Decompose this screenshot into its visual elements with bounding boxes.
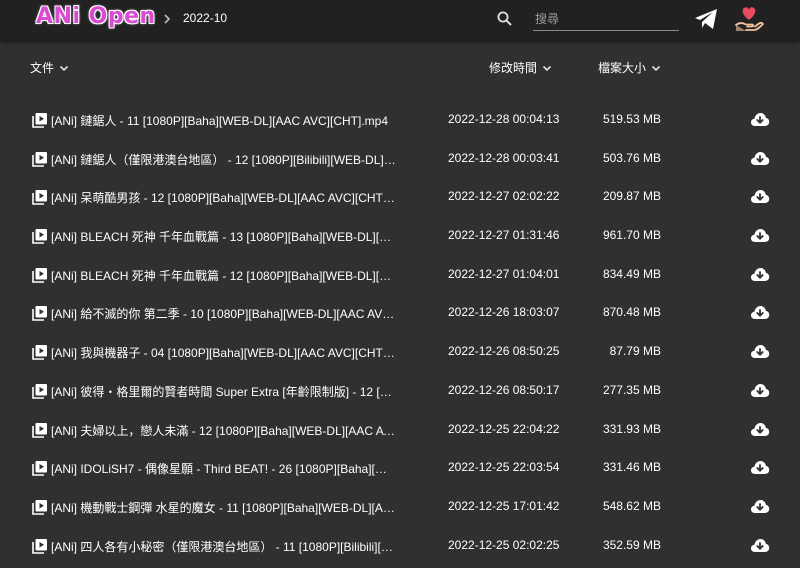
file-name-link[interactable]: [ANi] 四人各有小秘密（僅限港澳台地區） - 11 [1080P][Bili… xyxy=(51,538,396,555)
chevron-right-icon xyxy=(164,14,171,24)
file-name-link[interactable]: [ANi] 給不滅的你 第二季 - 10 [1080P][Baha][WEB-D… xyxy=(51,305,396,322)
file-modified-time: 2022-12-25 22:04:22 xyxy=(448,421,560,436)
file-name-link[interactable]: [ANi] 機動戰士鋼彈 水星的魔女 - 11 [1080P][Baha][WE… xyxy=(51,499,396,516)
file-size: 331.46 MB xyxy=(602,460,661,475)
chevron-down-icon xyxy=(542,65,552,71)
chevron-down-icon xyxy=(651,65,661,71)
file-row[interactable]: [ANi] 呆萌酷男孩 - 12 [1080P][Baha][WEB-DL][A… xyxy=(0,177,800,216)
file-modified-time: 2022-12-25 17:01:42 xyxy=(448,498,560,513)
file-modified-time: 2022-12-27 02:02:22 xyxy=(448,189,560,204)
file-modified-time: 2022-12-28 00:03:41 xyxy=(448,150,560,165)
cloud-download-icon[interactable] xyxy=(750,382,770,398)
file-modified-time: 2022-12-28 00:04:13 xyxy=(448,112,560,126)
video-file-icon xyxy=(32,306,47,322)
search-icon[interactable] xyxy=(496,10,514,28)
modified-column-label: 修改時間 xyxy=(489,61,538,75)
file-list: [ANi] 鏈鋸人 - 11 [1080P][Baha][WEB-DL][AAC… xyxy=(0,100,800,564)
video-file-icon xyxy=(32,151,47,167)
file-row[interactable]: [ANi] 彼得・格里爾的賢者時間 Super Extra [年齡限制版] - … xyxy=(0,371,800,410)
file-size: 277.35 MB xyxy=(602,382,661,397)
cloud-download-icon[interactable] xyxy=(750,266,770,282)
file-name-link[interactable]: [ANi] 鏈鋸人 - 11 [1080P][Baha][WEB-DL][AAC… xyxy=(51,112,396,129)
cloud-download-icon[interactable] xyxy=(750,459,770,475)
video-file-icon xyxy=(32,345,47,360)
video-file-icon xyxy=(32,267,47,283)
video-file-icon xyxy=(32,538,47,554)
file-modified-time: 2022-12-26 08:50:25 xyxy=(448,344,560,359)
file-row[interactable]: [ANi] 四人各有小秘密（僅限港澳台地區） - 11 [1080P][Bili… xyxy=(0,526,800,565)
file-name-link[interactable]: [ANi] 鏈鋸人（僅限港澳台地區） - 12 [1080P][Bilibili… xyxy=(51,151,396,168)
file-modified-time: 2022-12-27 01:31:46 xyxy=(448,228,560,243)
cloud-download-icon[interactable] xyxy=(750,304,770,320)
file-size: 209.87 MB xyxy=(602,189,661,204)
video-file-icon xyxy=(32,229,47,244)
cloud-download-icon[interactable] xyxy=(750,537,770,553)
cloud-download-icon[interactable] xyxy=(750,227,770,243)
file-name-link[interactable]: [ANi] 我與機器子 - 04 [1080P][Baha][WEB-DL][A… xyxy=(51,344,396,361)
file-name-link[interactable]: [ANi] IDOLiSH7 - 偶像星願 - Third BEAT! - 26… xyxy=(51,460,396,477)
video-file-icon xyxy=(32,113,47,128)
breadcrumb-current-folder[interactable]: 2022-10 xyxy=(183,11,227,25)
cloud-download-icon[interactable] xyxy=(750,343,770,359)
donate-heart-hand-icon[interactable] xyxy=(733,3,765,35)
file-modified-time: 2022-12-27 01:04:01 xyxy=(448,266,560,281)
cloud-download-icon[interactable] xyxy=(750,150,770,166)
chevron-down-icon xyxy=(59,65,69,71)
size-column-header[interactable]: 檔案大小 xyxy=(598,59,662,76)
file-modified-time: 2022-12-26 18:03:07 xyxy=(448,305,560,320)
name-column-header[interactable]: 文件 xyxy=(30,59,70,76)
file-name-link[interactable]: [ANi] BLEACH 死神 千年血戰篇 - 13 [1080P][Baha]… xyxy=(51,228,396,245)
file-modified-time: 2022-12-25 22:03:54 xyxy=(448,460,560,475)
file-size: 352.59 MB xyxy=(602,537,661,552)
cloud-download-icon[interactable] xyxy=(750,421,770,437)
video-file-icon xyxy=(32,422,47,438)
file-size: 87.79 MB xyxy=(609,344,661,359)
file-row[interactable]: [ANi] BLEACH 死神 千年血戰篇 - 13 [1080P][Baha]… xyxy=(0,216,800,255)
size-column-label: 檔案大小 xyxy=(598,61,647,75)
file-row[interactable]: [ANi] 給不滅的你 第二季 - 10 [1080P][Baha][WEB-D… xyxy=(0,293,800,332)
file-modified-time: 2022-12-26 08:50:17 xyxy=(448,382,560,397)
file-row[interactable]: [ANi] 我與機器子 - 04 [1080P][Baha][WEB-DL][A… xyxy=(0,332,800,371)
video-file-icon xyxy=(32,383,47,399)
file-size: 870.48 MB xyxy=(602,305,661,320)
video-file-icon xyxy=(32,461,47,476)
file-row[interactable]: [ANi] 鏈鋸人 - 11 [1080P][Baha][WEB-DL][AAC… xyxy=(0,100,800,139)
file-name-link[interactable]: [ANi] BLEACH 死神 千年血戰篇 - 12 [1080P][Baha]… xyxy=(51,267,396,284)
logo[interactable]: ANi Open xyxy=(36,4,156,29)
modified-column-header[interactable]: 修改時間 xyxy=(489,59,553,76)
file-modified-time: 2022-12-25 02:02:25 xyxy=(448,537,560,552)
search-input[interactable] xyxy=(533,8,679,31)
file-size: 548.62 MB xyxy=(602,498,661,513)
file-size: 331.93 MB xyxy=(602,421,661,436)
file-row[interactable]: [ANi] BLEACH 死神 千年血戰篇 - 12 [1080P][Baha]… xyxy=(0,255,800,294)
top-app-bar: ANi Open 2022-10 xyxy=(0,0,800,40)
cloud-download-icon[interactable] xyxy=(750,188,770,204)
file-name-link[interactable]: [ANi] 呆萌酷男孩 - 12 [1080P][Baha][WEB-DL][A… xyxy=(51,189,396,206)
telegram-icon[interactable] xyxy=(694,8,718,30)
column-header-row: 文件 修改時間 檔案大小 xyxy=(0,56,800,78)
file-row[interactable]: [ANi] 機動戰士鋼彈 水星的魔女 - 11 [1080P][Baha][WE… xyxy=(0,487,800,526)
name-column-label: 文件 xyxy=(30,61,55,75)
file-row[interactable]: [ANi] IDOLiSH7 - 偶像星願 - Third BEAT! - 26… xyxy=(0,448,800,487)
cloud-download-icon[interactable] xyxy=(750,111,770,127)
file-size: 961.70 MB xyxy=(602,228,661,243)
file-row[interactable]: [ANi] 鏈鋸人（僅限港澳台地區） - 12 [1080P][Bilibili… xyxy=(0,139,800,178)
file-name-link[interactable]: [ANi] 夫婦以上，戀人未滿 - 12 [1080P][Baha][WEB-D… xyxy=(51,422,396,439)
file-size: 834.49 MB xyxy=(602,266,661,281)
video-file-icon xyxy=(32,499,47,515)
file-row[interactable]: [ANi] 夫婦以上，戀人未滿 - 12 [1080P][Baha][WEB-D… xyxy=(0,410,800,449)
video-file-icon xyxy=(32,190,47,206)
file-size: 519.53 MB xyxy=(602,112,661,126)
file-name-link[interactable]: [ANi] 彼得・格里爾的賢者時間 Super Extra [年齡限制版] - … xyxy=(51,383,396,400)
file-size: 503.76 MB xyxy=(602,150,661,165)
cloud-download-icon[interactable] xyxy=(750,498,770,514)
